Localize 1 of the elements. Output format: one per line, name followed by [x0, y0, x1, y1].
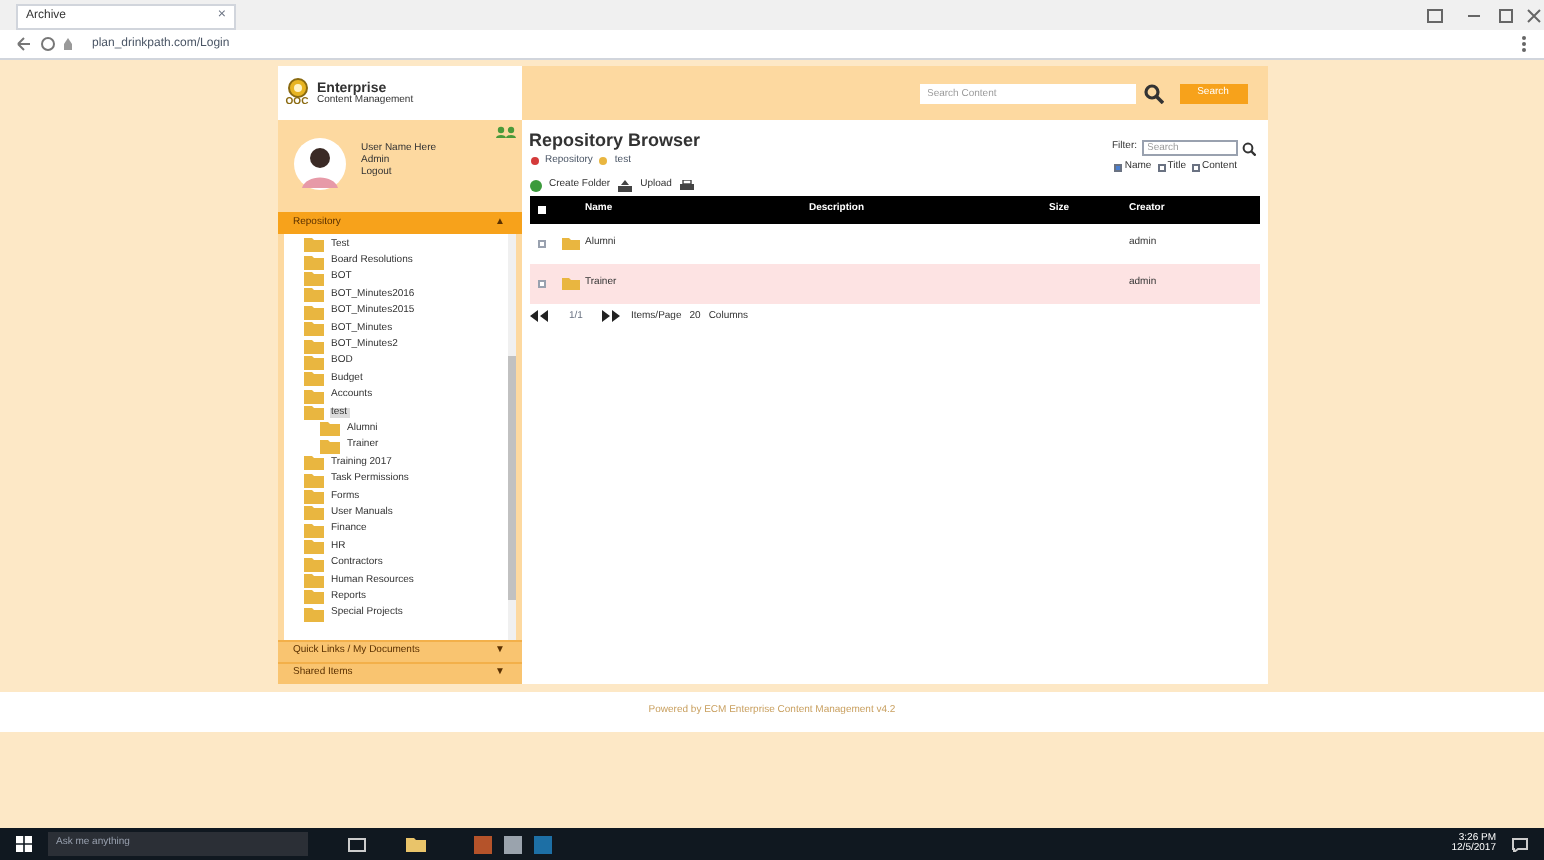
page-title: Repository Browser [529, 132, 701, 150]
